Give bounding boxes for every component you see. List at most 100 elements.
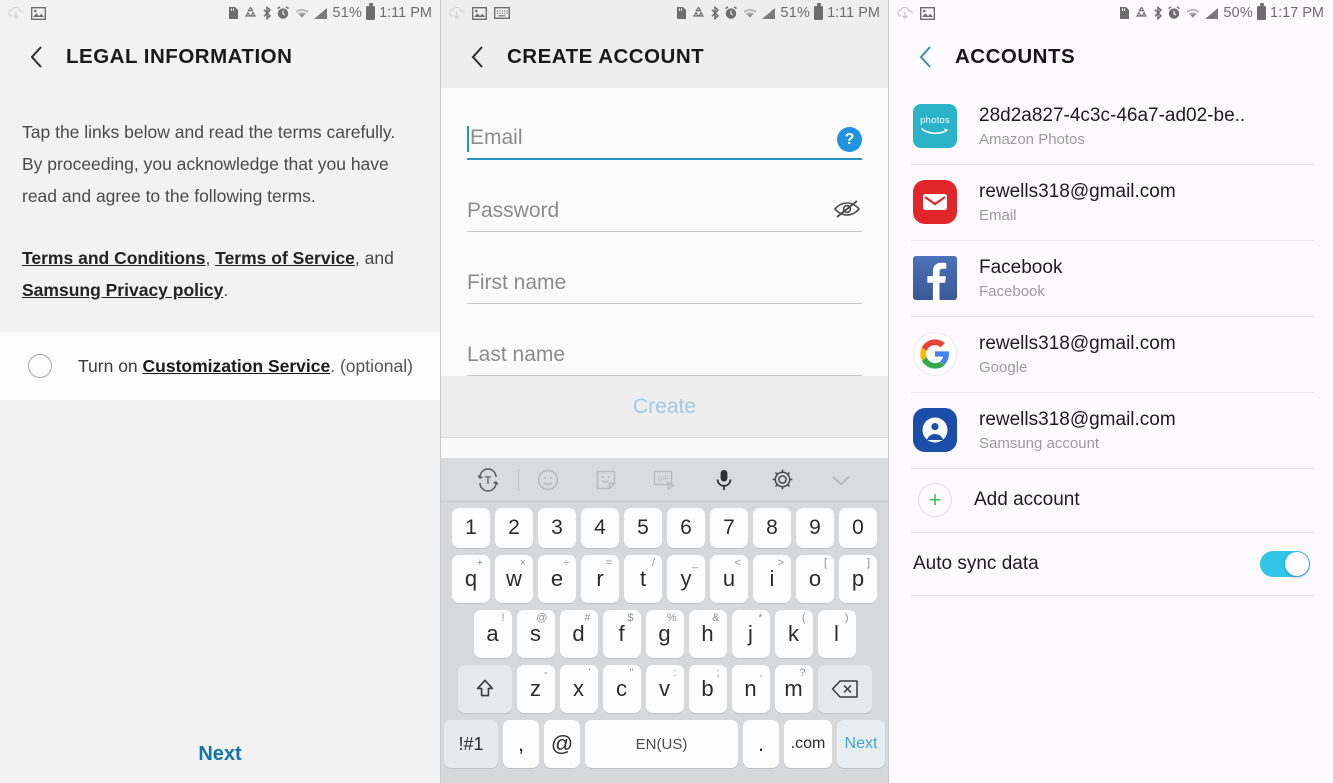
facebook-icon [913,256,957,300]
status-bar-left-icons-panel3 [897,6,935,20]
emoji-icon[interactable] [519,468,578,492]
password-field[interactable]: Password [467,160,862,232]
key-u-sup: < [734,557,741,569]
bluetooth-icon [710,6,720,20]
accounts-screen: 50% 1:17 PM ACCOUNTS photos 28d2a827-4c3… [889,0,1332,783]
last-name-field[interactable]: Last name [467,304,862,376]
samsung-privacy-policy-link[interactable]: Samsung Privacy policy [22,280,223,300]
keyboard-row-bottom: -z ' x " c :v ; b ,n ? m [444,665,885,713]
enter-next-key[interactable]: Next [837,720,885,768]
key-j[interactable]: * j [731,610,770,658]
account-row-facebook[interactable]: Facebook Facebook [889,240,1332,316]
symbols-key[interactable]: !#1 [444,720,498,768]
customization-service-row[interactable]: Turn on Customization Service. (optional… [0,332,440,400]
key-f[interactable]: $ f [602,610,641,658]
back-button[interactable] [909,41,941,73]
key-h[interactable]: & h [688,610,727,658]
battery-icon [814,3,824,20]
eye-off-icon[interactable] [832,198,862,231]
key-a[interactable]: ! a [473,610,512,658]
key-g[interactable]: % g [645,610,684,658]
terms-of-service-link[interactable]: Terms of Service [215,248,355,268]
key-m[interactable]: ? m [774,665,813,713]
key-k-sup: ( [801,612,806,624]
key-d[interactable]: # d [559,610,598,658]
microphone-icon[interactable] [694,468,753,492]
comma-key[interactable]: , [503,720,539,768]
key-g-sup: % [666,612,677,624]
account-row-amazon-photos[interactable]: photos 28d2a827-4c3c-46a7-ad02-be.. Amaz… [889,88,1332,164]
account-name: rewells318@gmail.com [979,180,1176,202]
account-row-samsung[interactable]: rewells318@gmail.com Samsung account [889,392,1332,468]
account-row-google[interactable]: rewells318@gmail.com Google [889,316,1332,392]
help-icon[interactable]: ? [837,127,862,158]
email-placeholder: Email [470,126,523,149]
key-i[interactable]: > i [753,555,791,603]
create-button[interactable]: Create [441,376,888,438]
key-9[interactable]: 9 [796,508,834,548]
at-key[interactable]: @ [544,720,580,768]
key-b-label: b [701,676,714,701]
key-c[interactable]: " c [602,665,641,713]
key-n[interactable]: ,n [731,665,770,713]
sticker-icon[interactable] [577,468,636,492]
gif-icon[interactable]: GIF [636,469,695,491]
key-t[interactable]: / t [624,555,662,603]
space-key[interactable]: EN(US) [585,720,738,768]
key-s[interactable]: @ s [516,610,555,658]
settings-gear-icon[interactable] [753,467,812,492]
key-o[interactable]: [o [796,555,834,603]
auto-sync-data-row[interactable]: Auto sync data [889,532,1332,596]
backspace-icon[interactable] [817,665,872,713]
key-v[interactable]: :v [645,665,684,713]
key-0[interactable]: 0 [839,508,877,548]
shift-icon[interactable] [457,665,512,713]
key-e[interactable]: ÷ e [538,555,576,603]
customization-service-checkbox[interactable] [28,354,52,378]
key-k[interactable]: (k [774,610,813,658]
period-key[interactable]: . [743,720,779,768]
key-w[interactable]: × w [495,555,533,603]
terms-and-conditions-link[interactable]: Terms and Conditions [22,248,205,268]
key-r[interactable]: = r [581,555,619,603]
key-z[interactable]: -z [516,665,555,713]
key-u[interactable]: < u [710,555,748,603]
add-account-row[interactable]: + Add account [889,468,1332,532]
key-4[interactable]: 4 [581,508,619,548]
key-6[interactable]: 6 [667,508,705,548]
key-5[interactable]: 5 [624,508,662,548]
plus-icon: + [918,483,952,517]
next-button[interactable]: Next [0,725,440,783]
auto-sync-toggle[interactable] [1260,551,1310,577]
text-rotate-icon[interactable]: T [459,467,518,492]
customization-service-link[interactable]: Customization Service [143,356,331,376]
key-x[interactable]: ' x [559,665,598,713]
key-7[interactable]: 7 [710,508,748,548]
key-8[interactable]: 8 [753,508,791,548]
key-l[interactable]: ) l [817,610,856,658]
key-w-sup: × [519,557,526,569]
key-b[interactable]: ; b [688,665,727,713]
account-row-email[interactable]: rewells318@gmail.com Email [889,164,1332,240]
toggle-knob [1285,552,1309,576]
key-y[interactable]: _ y [667,555,705,603]
wifi-icon [1185,7,1201,20]
key-i-label: i [769,566,775,591]
key-z-sup: - [543,667,548,679]
key-3[interactable]: 3 [538,508,576,548]
email-field[interactable]: Email ? [467,88,862,160]
key-p[interactable]: ] p [839,555,877,603]
key-y-sup: _ [691,557,698,569]
key-f-label: f [618,621,625,646]
back-button[interactable] [461,41,493,73]
key-q[interactable]: + q [452,555,490,603]
key-1[interactable]: 1 [452,508,490,548]
chevron-down-icon[interactable] [811,473,870,487]
first-name-field[interactable]: First name [467,232,862,304]
key-2[interactable]: 2 [495,508,533,548]
key-j-label: j [748,621,753,646]
dotcom-key[interactable]: .com [784,720,832,768]
account-name: rewells318@gmail.com [979,332,1176,354]
back-button[interactable] [20,41,52,73]
create-account-form: Email ? Password First name Last name [441,88,888,376]
